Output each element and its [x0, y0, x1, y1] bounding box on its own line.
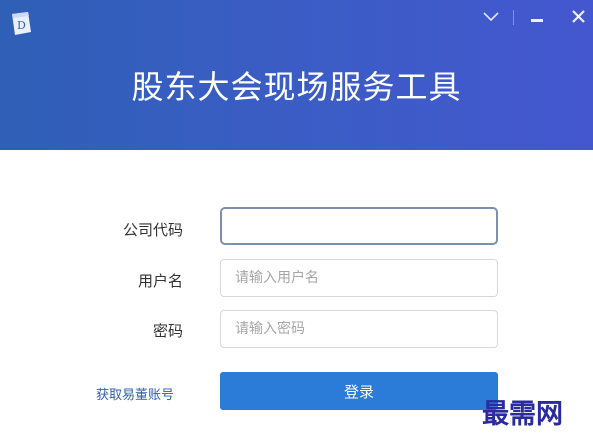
login-window: D 股东大会现场服务工具 公司代码 用户名 密码 获取易董账号 登录 最需网 — [0, 0, 593, 435]
chevron-down-icon[interactable] — [480, 6, 502, 28]
password-label: 密码 — [152, 322, 183, 340]
login-button[interactable]: 登录 — [220, 372, 498, 410]
close-icon[interactable] — [568, 6, 590, 28]
app-logo-icon: D — [9, 10, 34, 37]
title-bar-divider — [513, 10, 514, 25]
app-title: 股东大会现场服务工具 — [131, 68, 462, 106]
minimize-icon[interactable] — [526, 6, 548, 28]
company-code-input[interactable] — [220, 207, 498, 245]
watermark-text: 最需网 — [482, 399, 563, 430]
username-label: 用户名 — [137, 272, 183, 290]
header-banner: D 股东大会现场服务工具 — [0, 0, 593, 150]
password-input[interactable] — [220, 310, 498, 348]
username-input[interactable] — [220, 259, 498, 297]
svg-text:D: D — [17, 19, 26, 32]
get-account-link[interactable]: 获取易董账号 — [96, 384, 174, 403]
company-code-label: 公司代码 — [122, 221, 183, 239]
